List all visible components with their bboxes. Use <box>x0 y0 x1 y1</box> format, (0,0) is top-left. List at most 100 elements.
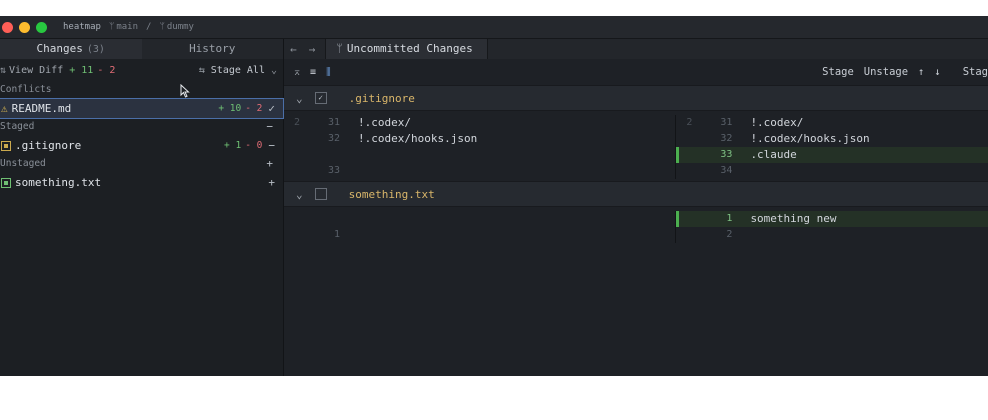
staged-section-header[interactable]: Staged − <box>0 118 283 136</box>
diff-view-controls: ⌅ ≡ ⫼ <box>294 67 331 78</box>
total-additions: + 11 <box>69 64 94 76</box>
diff-actions: Stage Unstage ↑ ↓ Stag <box>822 66 988 78</box>
hunk-marker <box>284 131 300 147</box>
file-row-something[interactable]: something.txt + <box>0 173 283 192</box>
diff-line: 1 <box>284 227 675 243</box>
added-file-icon <box>1 177 11 188</box>
diff-file-name: something.txt <box>348 187 435 201</box>
file-additions: + 1 <box>224 140 242 151</box>
stage-button-secondary[interactable]: Stag <box>963 66 988 78</box>
resolve-check-button[interactable]: ✓ <box>268 102 275 115</box>
line-code: !.codex/ <box>750 116 804 129</box>
conflicts-section-header[interactable]: Conflicts <box>0 81 283 99</box>
tab-changes-label: Changes <box>36 42 83 55</box>
file-additions: + 10 <box>218 103 242 114</box>
unstaged-section-header[interactable]: Unstaged + <box>0 155 283 173</box>
hunk-marker <box>676 163 692 179</box>
split-view-icon[interactable]: ⫼ <box>326 67 331 78</box>
unified-view-icon[interactable]: ≡ <box>310 67 316 78</box>
file-stats: + 10 - 2 <box>218 103 262 114</box>
line-number: 33 <box>327 165 340 176</box>
prev-change-icon[interactable]: ↑ <box>918 66 924 78</box>
diff-line: 32 !.codex/hooks.json <box>284 131 675 147</box>
stage-all-button[interactable]: ⇆ Stage All ⌄ <box>199 65 277 76</box>
branch-name[interactable]: main <box>116 22 138 32</box>
staged-label: Staged <box>0 121 35 132</box>
file-stage-checkbox[interactable]: ✓ <box>314 92 327 104</box>
diff-file-header-something[interactable]: ⌄ something.txt <box>284 181 988 207</box>
panel-tabs: Changes (3) History <box>0 39 283 59</box>
diff-old-side: 1 <box>284 211 675 243</box>
minimize-window-button[interactable] <box>19 21 30 33</box>
path-separator: / <box>146 22 152 32</box>
app-window: heatmap ᛘ main / ᛘ dummy Changes (3) Hist… <box>0 16 988 376</box>
zoom-window-button[interactable] <box>36 21 47 33</box>
worktree-name[interactable]: dummy <box>167 22 194 32</box>
unstage-all-button[interactable]: − <box>266 118 273 136</box>
repo-name: heatmap <box>63 22 101 32</box>
title-bar: heatmap ᛘ main / ᛘ dummy <box>0 16 988 39</box>
next-change-icon[interactable]: ↓ <box>934 66 940 78</box>
window-controls <box>2 21 53 33</box>
line-code: !.codex/hooks.json <box>750 132 870 145</box>
diff-line: 32 !.codex/hooks.json <box>676 131 988 147</box>
unstage-button[interactable]: Unstage <box>864 66 908 78</box>
file-deletions: - 2 <box>245 103 263 114</box>
tab-uncommitted-changes[interactable]: ᛘ Uncommitted Changes <box>325 39 488 59</box>
line-code: !.codex/hooks.json <box>358 132 478 145</box>
line-number: 32 <box>327 133 340 144</box>
branch-icon: ᛘ <box>108 22 115 32</box>
stage-all-label: Stage All <box>210 64 265 76</box>
diff-panel: ← → ᛘ Uncommitted Changes ⌅ ≡ ⫼ Stage Uns… <box>284 39 988 376</box>
branch-icon: ᛘ <box>336 42 343 55</box>
view-diff-button[interactable]: View Diff <box>9 65 63 76</box>
diff-line: 34 <box>676 163 988 179</box>
file-name: .gitignore <box>15 139 82 152</box>
stage-file-button[interactable]: + <box>268 176 275 189</box>
file-stage-checkbox[interactable] <box>314 188 327 200</box>
diff-old-side: 2 31 !.codex/ 32 !.codex/hooks.json 33 <box>284 115 675 179</box>
tab-history-label: History <box>189 42 236 55</box>
forward-arrow-icon[interactable]: → <box>309 43 316 56</box>
line-code: something new <box>750 212 837 225</box>
line-number: 1 <box>726 213 733 224</box>
editor-tab-bar: ← → ᛘ Uncommitted Changes <box>284 39 988 59</box>
line-number: 31 <box>327 117 340 128</box>
line-number: 32 <box>720 133 733 144</box>
chevron-down-icon[interactable]: ⌄ <box>296 92 303 105</box>
file-deletions: - 0 <box>245 140 263 151</box>
hunk-marker: 2 <box>293 117 300 128</box>
hunk-marker: 2 <box>686 117 693 128</box>
close-window-button[interactable] <box>2 21 13 33</box>
diff-line-added: 33 .claude <box>676 147 988 163</box>
chevron-down-icon[interactable]: ⌄ <box>271 65 277 76</box>
diff-line: 33 <box>284 163 675 179</box>
diff-line: 2 31 !.codex/ <box>676 115 988 131</box>
tab-history[interactable]: History <box>141 39 283 59</box>
collapse-all-icon[interactable]: ⌅ <box>294 67 300 78</box>
file-name: something.txt <box>15 176 102 189</box>
back-arrow-icon[interactable]: ← <box>290 43 297 56</box>
stage-all-unstaged-button[interactable]: + <box>266 155 273 173</box>
diff-toolbar: ⌅ ≡ ⫼ Stage Unstage ↑ ↓ Stag <box>284 59 988 85</box>
changes-panel: Changes (3) History ⇅ View Diff + 11 - 2 … <box>0 39 284 376</box>
file-row-readme[interactable]: ⚠ README.md + 10 - 2 ✓ <box>0 98 284 119</box>
tab-changes[interactable]: Changes (3) <box>0 39 142 59</box>
chevron-down-icon[interactable]: ⌄ <box>296 188 303 201</box>
stage-button[interactable]: Stage <box>822 66 854 78</box>
file-row-gitignore[interactable]: .gitignore + 1 - 0 − <box>0 136 283 155</box>
line-number: 2 <box>726 229 733 240</box>
line-number: 34 <box>720 165 733 176</box>
line-code: !.codex/ <box>358 116 411 129</box>
unstage-file-button[interactable]: − <box>268 139 275 152</box>
line-number: 33 <box>720 149 733 160</box>
diff-file-header-gitignore[interactable]: ⌄ ✓ .gitignore <box>284 85 988 111</box>
worktree-icon: ᛘ <box>159 22 165 32</box>
diff-new-side: 1 something new 2 <box>675 211 988 243</box>
line-number <box>300 211 348 227</box>
